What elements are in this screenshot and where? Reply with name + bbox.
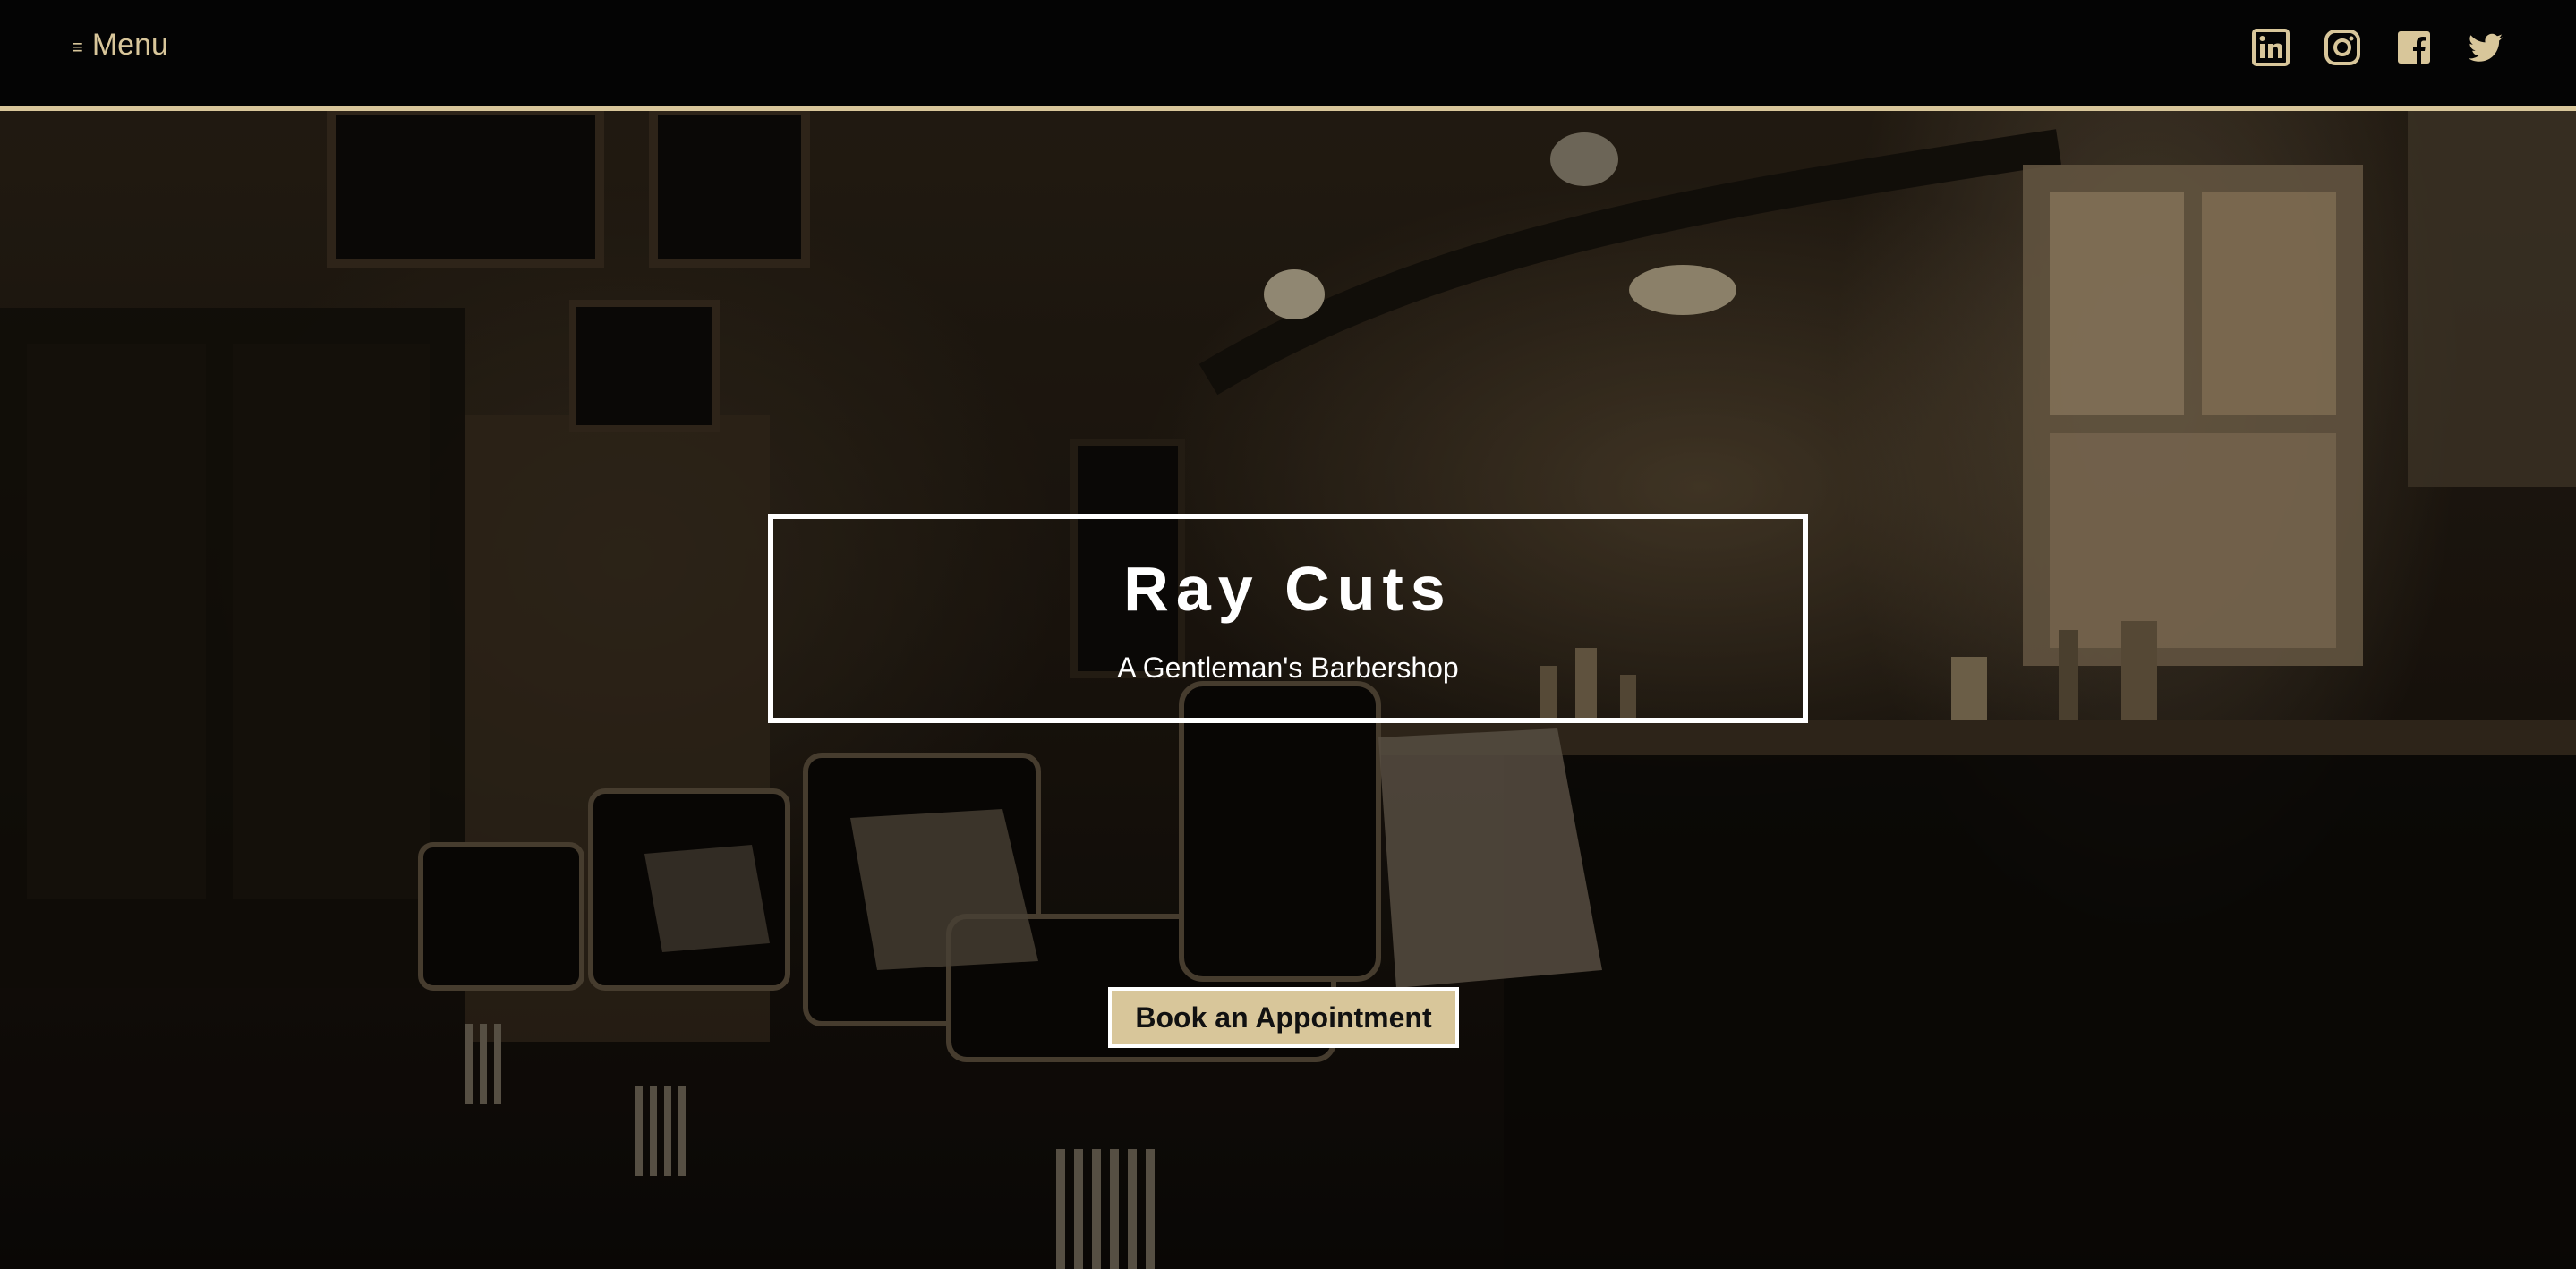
social-links <box>2252 29 2504 66</box>
menu-button[interactable]: ≡ Menu <box>72 25 168 64</box>
hero-title: Ray Cuts <box>1123 554 1453 624</box>
instagram-icon[interactable] <box>2324 29 2361 66</box>
menu-label: Menu <box>91 28 168 62</box>
hero-section: Ray Cuts A Gentleman's Barbershop Book a… <box>0 111 2576 1269</box>
top-navigation-bar: ≡ Menu <box>0 0 2576 111</box>
book-appointment-button[interactable]: Book an Appointment <box>1108 987 1459 1048</box>
hero-subtitle: A Gentleman's Barbershop <box>1117 652 1459 684</box>
hamburger-icon: ≡ <box>72 36 83 58</box>
facebook-icon[interactable] <box>2395 29 2433 66</box>
linkedin-icon[interactable] <box>2252 29 2290 66</box>
twitter-icon[interactable] <box>2467 29 2504 66</box>
hero-title-box: Ray Cuts A Gentleman's Barbershop <box>768 514 1808 723</box>
